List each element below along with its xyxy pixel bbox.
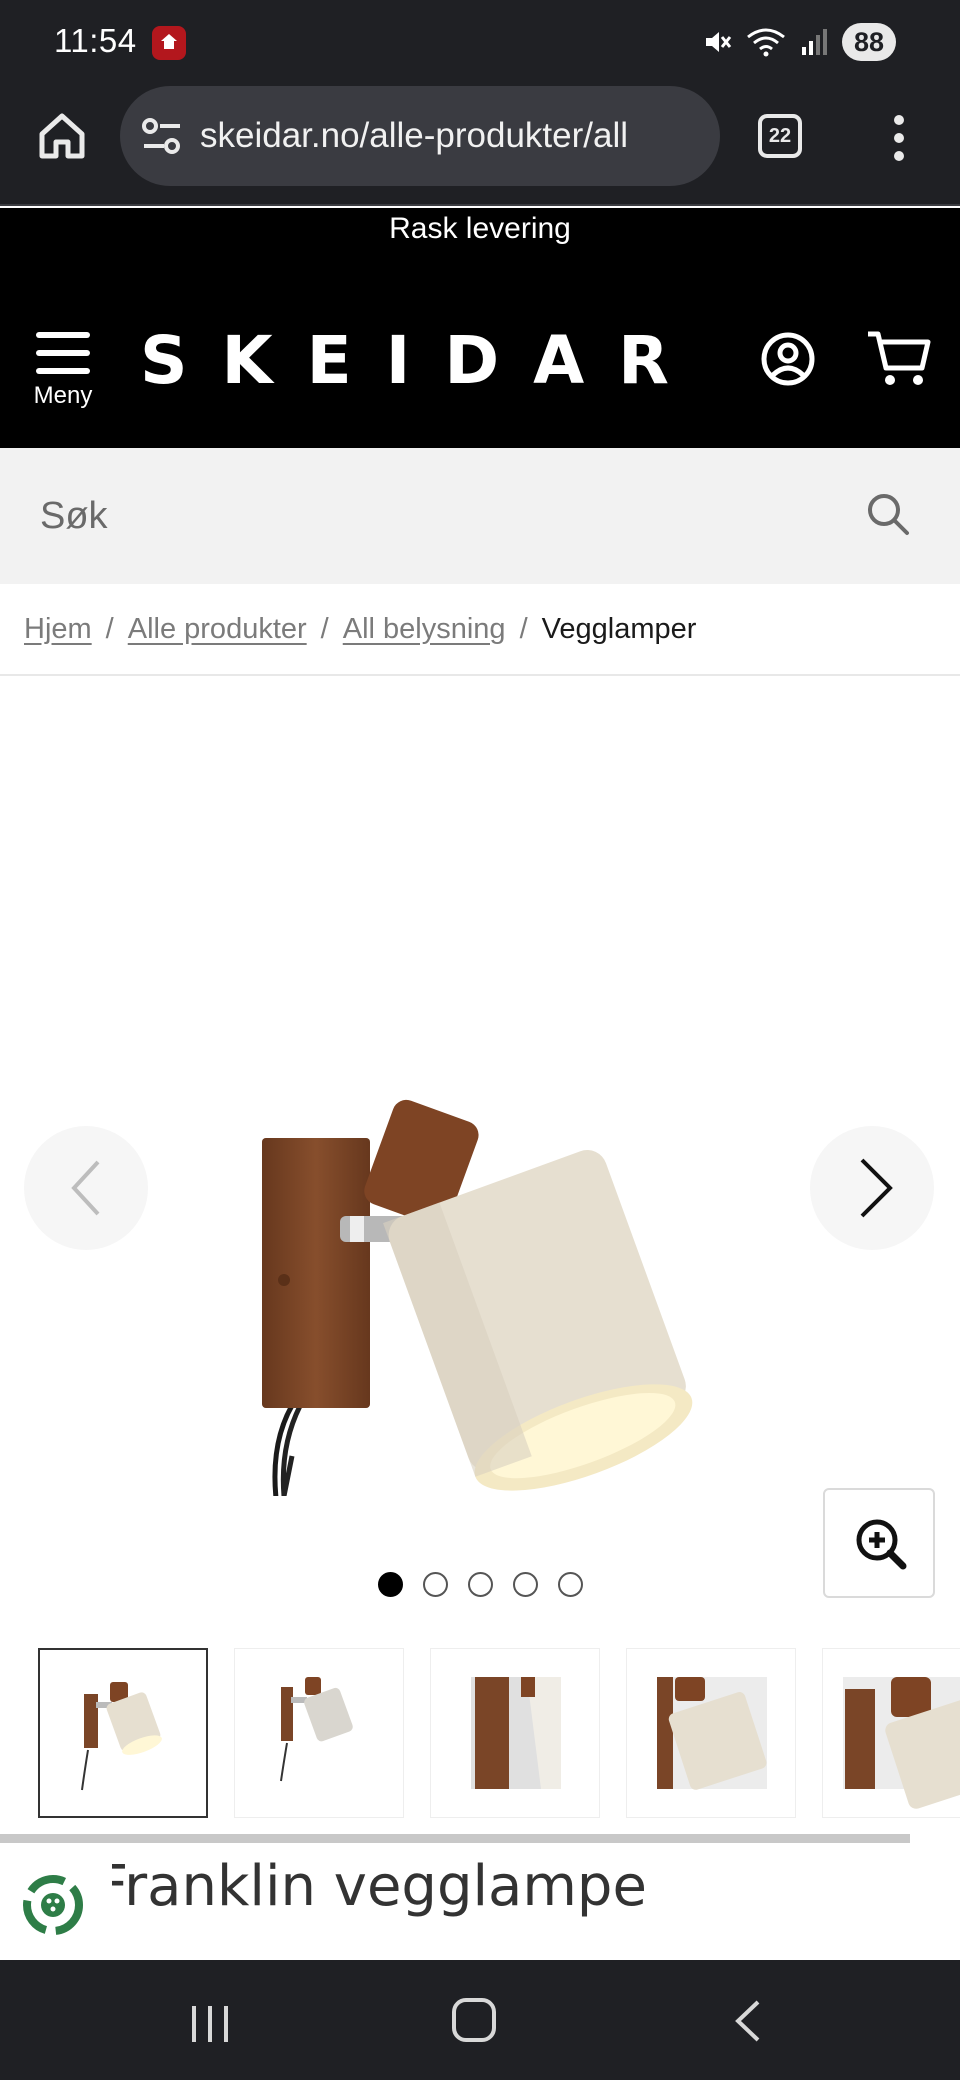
- breadcrumb: Hjem / Alle produkter / All belysning / …: [0, 584, 960, 676]
- gallery-dot[interactable]: [377, 1572, 403, 1597]
- thumbnail-strip[interactable]: [38, 1648, 960, 1820]
- notification-app-icon: [152, 26, 186, 60]
- gallery-dot[interactable]: [557, 1572, 583, 1597]
- breadcrumb-home[interactable]: Hjem: [24, 613, 92, 646]
- gallery-dot[interactable]: [422, 1572, 448, 1597]
- thumbnail-5[interactable]: [822, 1648, 960, 1818]
- thumbnail-scrollbar[interactable]: [0, 1834, 910, 1843]
- thumbnail-2[interactable]: [234, 1648, 404, 1818]
- chevron-right-icon: [860, 1158, 893, 1218]
- status-bar: 11:54 88: [0, 0, 960, 86]
- signal-icon: [801, 29, 827, 55]
- status-icons: 88: [702, 22, 896, 62]
- gallery-dot[interactable]: [512, 1572, 538, 1597]
- more-vert-icon: [894, 115, 904, 161]
- url-text[interactable]: skeidar.no/alle-produkter/all: [200, 116, 710, 156]
- nav-home-button[interactable]: [452, 1998, 496, 2042]
- recycle-icon: [23, 1875, 83, 1935]
- search-icon: [868, 494, 909, 535]
- gallery-next-button[interactable]: [810, 1126, 934, 1250]
- chevron-left-icon: [71, 1160, 100, 1216]
- system-nav-bar: [0, 1960, 960, 2080]
- thumbnail-4[interactable]: [626, 1648, 796, 1818]
- menu-label: Meny: [33, 382, 93, 409]
- thumbnail-3[interactable]: [430, 1648, 600, 1818]
- battery-level: 88: [841, 23, 896, 61]
- back-icon[interactable]: [732, 1998, 764, 2044]
- breadcrumb-separator: /: [105, 612, 114, 645]
- home-icon: [39, 113, 85, 159]
- breadcrumb-separator: /: [320, 612, 329, 645]
- menu-button[interactable]: Meny: [24, 332, 102, 422]
- tab-switcher-button[interactable]: 22: [758, 114, 802, 158]
- site-logo[interactable]: SKEIDAR: [140, 322, 703, 399]
- thumbnail-1[interactable]: [38, 1648, 208, 1818]
- cart-icon: [868, 331, 931, 385]
- breadcrumb-separator: /: [519, 612, 528, 645]
- product-title: Franklin vegglampe: [96, 1854, 647, 1919]
- gallery-pagination: [0, 1572, 960, 1602]
- search-button[interactable]: [864, 490, 912, 542]
- product-title-wrap: Franklin vegglampe: [0, 1850, 960, 1960]
- mute-icon: [705, 32, 732, 52]
- user-icon: [761, 332, 815, 386]
- hamburger-icon: [24, 332, 102, 374]
- browser-home-button[interactable]: [34, 108, 90, 164]
- wifi-icon: [747, 28, 785, 57]
- site-settings-icon[interactable]: [140, 116, 184, 156]
- account-button[interactable]: [760, 331, 816, 387]
- browser-toolbar: skeidar.no/alle-produkter/all 22: [0, 86, 960, 206]
- search-input[interactable]: [40, 486, 820, 546]
- gallery-dot[interactable]: [467, 1572, 493, 1597]
- breadcrumb-current: Vegglamper: [541, 612, 697, 645]
- breadcrumb-all-products[interactable]: Alle produkter: [128, 613, 307, 646]
- product-main-image[interactable]: [240, 876, 720, 1496]
- search-bar: [0, 448, 960, 584]
- breadcrumb-all-lighting[interactable]: All belysning: [343, 613, 506, 646]
- recents-icon[interactable]: [188, 2002, 232, 2046]
- status-time: 11:54: [54, 22, 137, 59]
- cart-button[interactable]: [866, 328, 932, 388]
- address-bar[interactable]: skeidar.no/alle-produkter/all: [120, 86, 720, 186]
- product-gallery: [0, 676, 960, 1626]
- promo-banner[interactable]: Rask levering: [0, 208, 960, 278]
- site-header: Meny SKEIDAR: [0, 278, 960, 448]
- gallery-prev-button[interactable]: [24, 1126, 148, 1250]
- eco-badge[interactable]: [16, 1868, 90, 1942]
- browser-menu-button[interactable]: [886, 110, 912, 166]
